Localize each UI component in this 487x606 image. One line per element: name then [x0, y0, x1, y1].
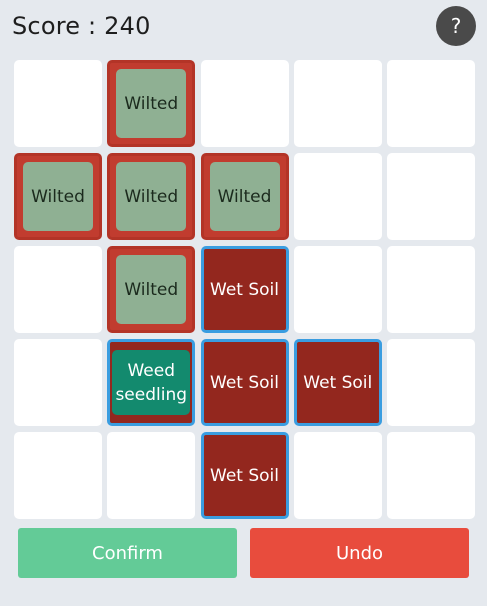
wet-soil-label: Wet Soil: [303, 372, 373, 393]
wilted-plant-label: Wilted: [116, 255, 187, 324]
empty-tile[interactable]: [387, 432, 475, 519]
empty-tile[interactable]: [293, 153, 382, 240]
undo-button[interactable]: Undo: [250, 528, 469, 578]
empty-tile[interactable]: [293, 432, 382, 519]
wet-soil-tile[interactable]: Wet Soil: [200, 432, 289, 519]
empty-tile[interactable]: [387, 246, 475, 333]
wilted-plant-label: Wilted: [116, 162, 187, 231]
wilted-tile[interactable]: Wilted: [107, 153, 196, 240]
empty-tile[interactable]: [293, 60, 382, 147]
empty-tile[interactable]: [293, 246, 382, 333]
confirm-button[interactable]: Confirm: [18, 528, 237, 578]
game-board: Wilted Wilted Wilted Wilted Wilted Wet Soil We…: [14, 60, 475, 519]
empty-tile[interactable]: [387, 153, 475, 240]
empty-tile[interactable]: [14, 246, 102, 333]
help-button[interactable]: ?: [436, 6, 476, 46]
empty-tile[interactable]: [200, 60, 289, 147]
wilted-plant-label: Wilted: [23, 162, 93, 231]
empty-tile[interactable]: [387, 339, 475, 426]
wilted-plant-label: Wilted: [209, 162, 280, 231]
empty-tile[interactable]: [14, 432, 102, 519]
wet-soil-tile[interactable]: Wet Soil: [200, 339, 289, 426]
empty-tile[interactable]: [387, 60, 475, 147]
empty-tile[interactable]: [14, 60, 102, 147]
wet-soil-tile[interactable]: Wet Soil: [293, 339, 382, 426]
wilted-tile[interactable]: Wilted: [14, 153, 102, 240]
empty-tile[interactable]: [107, 432, 196, 519]
wet-soil-label: Wet Soil: [210, 465, 279, 486]
score-display: Score : 240: [12, 12, 151, 40]
weed-seedling-tile[interactable]: Weed seedling: [107, 339, 196, 426]
wet-soil-label: Wet Soil: [210, 372, 279, 393]
question-mark-icon: ?: [450, 14, 462, 38]
wilted-tile[interactable]: Wilted: [200, 153, 289, 240]
wilted-tile[interactable]: Wilted: [107, 246, 196, 333]
weed-seedling-label: Weed seedling: [112, 350, 191, 415]
wet-soil-tile[interactable]: Wet Soil: [200, 246, 289, 333]
wilted-plant-label: Wilted: [116, 69, 187, 138]
wet-soil-label: Wet Soil: [210, 279, 279, 300]
empty-tile[interactable]: [14, 339, 102, 426]
wilted-tile[interactable]: Wilted: [107, 60, 196, 147]
